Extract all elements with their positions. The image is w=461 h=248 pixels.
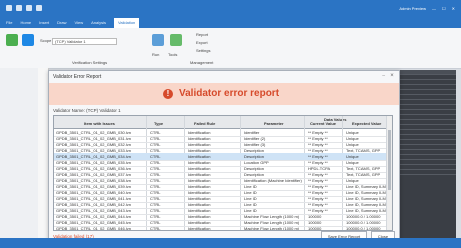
col-item[interactable]: Item with Issues bbox=[84, 121, 115, 126]
window-controls: Admin Preview — ☐ ✕ bbox=[399, 6, 455, 11]
user-area[interactable]: Admin Preview bbox=[399, 6, 426, 11]
tools-icon[interactable] bbox=[170, 34, 182, 46]
col-type[interactable]: Type bbox=[154, 121, 163, 126]
tab-insert[interactable]: Insert bbox=[39, 18, 49, 28]
ribbon-tabs: File Home Insert Draw View Analysis Vali… bbox=[0, 18, 461, 28]
status-bar bbox=[0, 238, 461, 248]
error-icon: ! bbox=[163, 89, 173, 99]
col-current-value[interactable]: Current Value bbox=[310, 121, 336, 126]
dialog-minimize-icon[interactable]: – bbox=[382, 73, 385, 79]
scope-dropdown[interactable]: (TCP) Validator 1 bbox=[52, 38, 117, 45]
run-label: Run bbox=[152, 52, 160, 57]
redo-icon[interactable] bbox=[26, 5, 32, 11]
tab-validation[interactable]: Validation bbox=[114, 18, 140, 28]
col-failed-rule[interactable]: Failed Rule bbox=[194, 121, 215, 126]
scope-label: Scope bbox=[40, 38, 52, 43]
table-scrollbar[interactable] bbox=[386, 116, 392, 230]
dialog-close-icon[interactable]: × bbox=[389, 73, 395, 79]
validate-icon[interactable] bbox=[6, 34, 18, 46]
tab-home[interactable]: Home bbox=[20, 18, 31, 28]
cell-rule: Identification bbox=[188, 226, 211, 231]
maximize-icon[interactable]: ☐ bbox=[442, 6, 446, 11]
tab-view[interactable]: View bbox=[74, 18, 83, 28]
col-parameter[interactable]: Parameter bbox=[264, 121, 284, 126]
scrollbar-thumb[interactable] bbox=[388, 130, 391, 190]
cell-type: CTRL bbox=[150, 226, 161, 231]
quick-access-toolbar bbox=[6, 5, 42, 11]
undo-icon[interactable] bbox=[16, 5, 22, 11]
tab-draw[interactable]: Draw bbox=[57, 18, 66, 28]
col-expected-value[interactable]: Expected Value bbox=[352, 121, 381, 126]
filter-icon[interactable] bbox=[22, 34, 34, 46]
validator-name: Validator Name: (TCP) Validator 1 bbox=[53, 108, 121, 113]
ribbon-group-label: Verification Settings bbox=[72, 60, 108, 65]
dialog-title: Validator Error Report bbox=[53, 74, 102, 80]
validator-error-dialog: Validator Error Report – × ! Validator e… bbox=[48, 70, 400, 248]
mini-item-export[interactable]: Export bbox=[196, 40, 208, 45]
right-data-panel bbox=[400, 70, 456, 238]
minimize-icon[interactable]: — bbox=[432, 6, 436, 11]
error-header: Validator error report bbox=[179, 88, 280, 99]
title-bar: Admin Preview — ☐ ✕ bbox=[0, 0, 461, 18]
ribbon-group-right: Management bbox=[190, 60, 214, 65]
tab-analysis[interactable]: Analysis bbox=[91, 18, 106, 28]
error-banner: ! Validator error report bbox=[49, 83, 399, 105]
cell-param: Machine Flow Length (1000 m) bbox=[244, 226, 300, 231]
close-window-icon[interactable]: ✕ bbox=[452, 6, 455, 11]
run-icon[interactable] bbox=[152, 34, 164, 46]
ribbon: Scope (TCP) Validator 1 Run Tools Report… bbox=[0, 28, 461, 69]
tab-file[interactable]: File bbox=[6, 18, 12, 28]
error-table: Item with Issues Type Failed Rule Parame… bbox=[53, 115, 393, 231]
save-icon[interactable] bbox=[6, 5, 12, 11]
new-file-icon[interactable] bbox=[36, 5, 42, 11]
mini-item-settings[interactable]: Settings bbox=[196, 48, 210, 53]
cell-item: GPDB_3501_CTRL_01_02_GMB_046.lvn bbox=[56, 226, 131, 231]
tools-label: Tools bbox=[168, 52, 178, 57]
mini-item-report[interactable]: Report bbox=[196, 32, 208, 37]
